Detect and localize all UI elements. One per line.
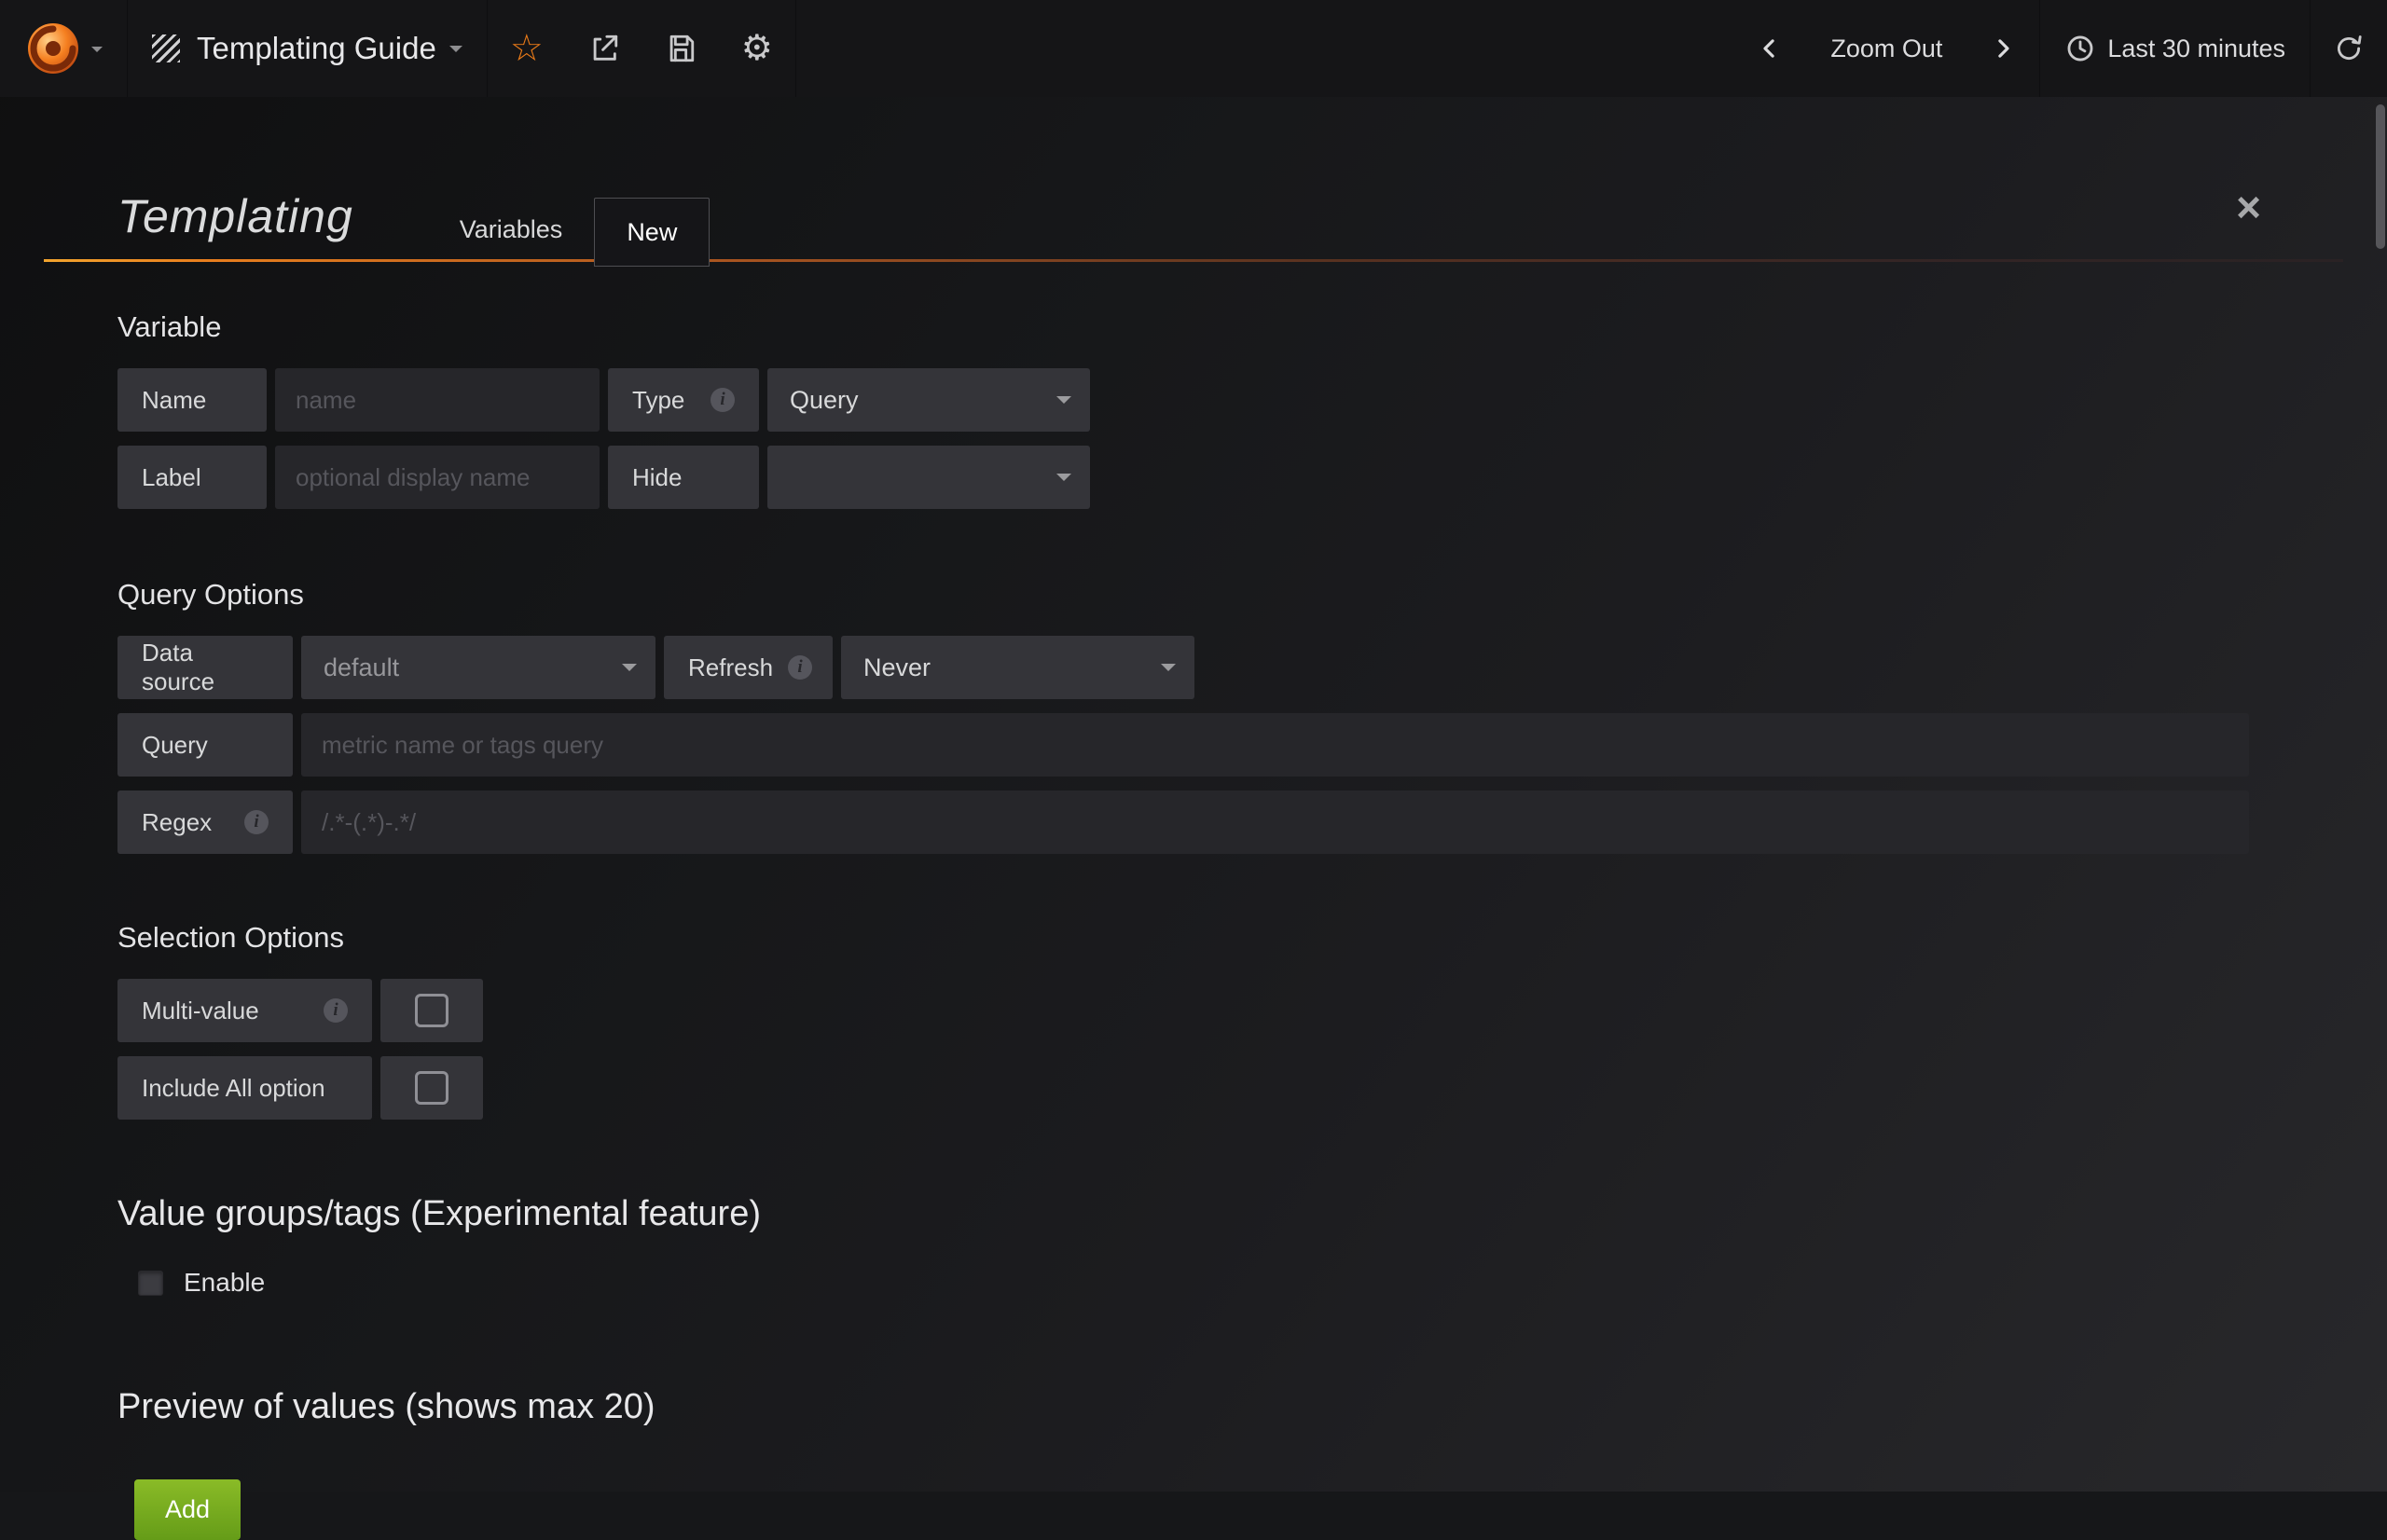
regex-label: Regex bbox=[117, 791, 293, 854]
templating-tabs: Variables New bbox=[428, 197, 711, 262]
datasource-row: Data source default Refresh Never bbox=[117, 636, 2249, 699]
chevron-down-icon bbox=[91, 47, 103, 58]
datasource-select[interactable]: default bbox=[301, 636, 655, 699]
chevron-down-icon bbox=[622, 664, 637, 679]
multi-value-row: Multi-value bbox=[117, 979, 2249, 1042]
dashboard-settings-button[interactable]: ⚙ bbox=[719, 0, 796, 97]
grafana-logo-button[interactable] bbox=[0, 0, 128, 97]
include-all-label: Include All option bbox=[117, 1056, 372, 1120]
page-title: Templating bbox=[117, 189, 353, 243]
include-all-row: Include All option bbox=[117, 1056, 2249, 1120]
tab-new[interactable]: New bbox=[594, 198, 710, 267]
refresh-button[interactable] bbox=[2310, 0, 2387, 97]
time-range-picker[interactable]: Last 30 minutes bbox=[2039, 0, 2310, 97]
time-shift-forward-button[interactable] bbox=[1966, 0, 2039, 97]
chevron-down-icon bbox=[1161, 664, 1176, 679]
dashboard-title-button[interactable]: Templating Guide bbox=[128, 0, 488, 97]
type-label: Type bbox=[608, 368, 759, 432]
query-label: Query bbox=[117, 713, 293, 777]
save-icon bbox=[665, 33, 697, 64]
regex-label-text: Regex bbox=[142, 808, 212, 837]
add-button[interactable]: Add bbox=[134, 1479, 241, 1540]
variable-label-row: Label Hide bbox=[117, 446, 2249, 509]
info-icon[interactable] bbox=[324, 998, 348, 1023]
refresh-select[interactable]: Never bbox=[841, 636, 1194, 699]
type-select-value: Query bbox=[790, 386, 859, 415]
share-dashboard-button[interactable] bbox=[566, 0, 642, 97]
refresh-label-text: Refresh bbox=[688, 653, 773, 682]
time-range-label: Last 30 minutes bbox=[2107, 34, 2285, 63]
datasource-label: Data source bbox=[117, 636, 293, 699]
page-scrollbar[interactable] bbox=[2376, 104, 2385, 249]
type-select[interactable]: Query bbox=[767, 368, 1090, 432]
close-icon[interactable]: × bbox=[2236, 186, 2261, 228]
info-icon[interactable] bbox=[788, 655, 812, 680]
variable-editor-form: Variable Name Type Query Label Hide Quer… bbox=[117, 262, 2249, 1540]
share-icon bbox=[588, 33, 620, 64]
refresh-label: Refresh bbox=[664, 636, 833, 699]
query-input[interactable] bbox=[301, 713, 2249, 777]
info-icon[interactable] bbox=[711, 388, 735, 412]
query-options-heading: Query Options bbox=[117, 578, 2249, 612]
value-groups-heading: Value groups/tags (Experimental feature) bbox=[117, 1194, 2249, 1234]
chevron-down-icon bbox=[1056, 396, 1071, 411]
enable-row: Enable bbox=[138, 1268, 2249, 1298]
templating-header: Templating Variables New × bbox=[44, 97, 2343, 262]
name-input[interactable] bbox=[275, 368, 600, 432]
include-all-checkbox[interactable] bbox=[415, 1071, 448, 1105]
include-all-checkbox-container bbox=[380, 1056, 483, 1120]
hide-label: Hide bbox=[608, 446, 759, 509]
regex-input[interactable] bbox=[301, 791, 2249, 854]
time-shift-back-button[interactable] bbox=[1733, 0, 1806, 97]
chevron-down-icon bbox=[1056, 474, 1071, 488]
variable-name-row: Name Type Query bbox=[117, 368, 2249, 432]
multi-value-checkbox-container bbox=[380, 979, 483, 1042]
tab-variables[interactable]: Variables bbox=[428, 197, 595, 262]
star-dashboard-button[interactable]: ☆ bbox=[488, 0, 566, 97]
preview-heading: Preview of values (shows max 20) bbox=[117, 1387, 2249, 1427]
zoom-out-label: Zoom Out bbox=[1830, 34, 1942, 63]
enable-label: Enable bbox=[184, 1268, 265, 1298]
top-navbar: Templating Guide ☆ ⚙ Zoom Out bbox=[0, 0, 2387, 97]
dashboard-title: Templating Guide bbox=[197, 31, 436, 66]
grafana-logo-icon bbox=[24, 20, 82, 77]
regex-row: Regex bbox=[117, 791, 2249, 854]
clock-icon bbox=[2064, 33, 2096, 64]
label-label: Label bbox=[117, 446, 267, 509]
selection-options-heading: Selection Options bbox=[117, 921, 2249, 955]
type-label-text: Type bbox=[632, 386, 684, 415]
query-row: Query bbox=[117, 713, 2249, 777]
dashboard-icon bbox=[152, 34, 180, 62]
gear-icon: ⚙ bbox=[741, 31, 773, 66]
refresh-icon bbox=[2333, 33, 2365, 64]
multi-value-label-text: Multi-value bbox=[142, 997, 259, 1025]
name-label: Name bbox=[117, 368, 267, 432]
datasource-select-value: default bbox=[324, 653, 399, 682]
info-icon[interactable] bbox=[244, 810, 269, 834]
star-icon: ☆ bbox=[510, 30, 544, 67]
variable-section-heading: Variable bbox=[117, 310, 2249, 344]
refresh-select-value: Never bbox=[863, 653, 931, 682]
hide-select[interactable] bbox=[767, 446, 1090, 509]
save-dashboard-button[interactable] bbox=[642, 0, 719, 97]
navbar-right-group: Zoom Out Last 30 minutes bbox=[1733, 0, 2387, 97]
enable-checkbox[interactable] bbox=[138, 1271, 163, 1296]
multi-value-checkbox[interactable] bbox=[415, 994, 448, 1027]
label-input[interactable] bbox=[275, 446, 600, 509]
dashboard-background: Templating Guide ☆ ⚙ Zoom Out bbox=[0, 0, 2387, 1492]
chevron-right-icon bbox=[1989, 34, 2017, 62]
chevron-left-icon bbox=[1756, 34, 1784, 62]
zoom-out-button[interactable]: Zoom Out bbox=[1806, 0, 1966, 97]
multi-value-label: Multi-value bbox=[117, 979, 372, 1042]
chevron-down-icon bbox=[449, 46, 462, 59]
